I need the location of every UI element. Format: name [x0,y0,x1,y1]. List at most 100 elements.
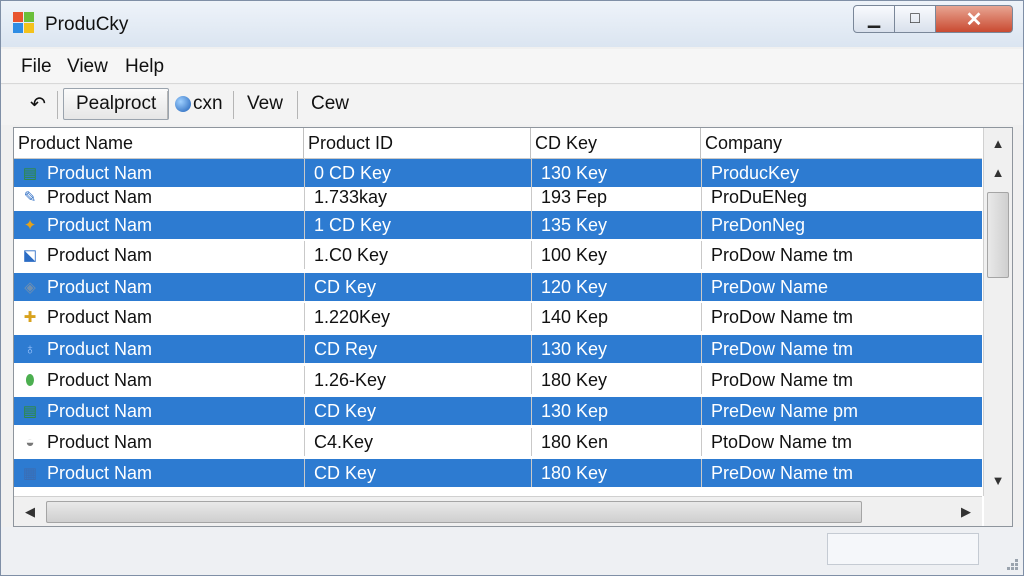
scrollbar-corner [984,496,1012,526]
product-icon: ⬮ [25,371,35,389]
title-bar[interactable]: ProduCky ▁ □ ✕ [1,1,1023,47]
toolbar-button-cxn[interactable]: cxn [175,89,223,119]
product-id-cell: CD Key [314,276,377,297]
cd-key-cell: 135 Key [541,214,608,235]
cd-key-cell: 193 Fep [541,186,608,207]
company-cell: ProDuENeg [711,186,808,207]
column-divider [701,397,702,425]
column-divider [701,273,702,301]
column-header-product-name[interactable]: Product Name [14,128,304,158]
column-divider [531,335,532,363]
toolbar-button-vew[interactable]: Vew [247,89,283,119]
cd-key-cell: 180 Key [541,369,608,390]
column-header-product-id[interactable]: Product ID [304,128,531,158]
vertical-scrollbar[interactable]: ▲ ▲ ▼ [983,128,1012,496]
table-row[interactable]: ⬕ Product Nam 1.C0 Key 100 Key ProDow Name t… [14,241,982,269]
company-cell: PreDonNeg [711,214,806,235]
product-name-cell: Product Nam [47,186,153,207]
table-row[interactable]: ◈ Product Nam CD Key 120 Key PreDow Name [14,273,982,301]
product-icon: ✎ [23,189,37,206]
vertical-scroll-thumb[interactable] [987,192,1009,278]
toolbar-separator [233,91,234,119]
scroll-left-arrow-icon[interactable]: ◀ [16,500,44,524]
column-divider [304,335,305,363]
product-name-cell: Product Nam [47,244,153,265]
scroll-up-arrow-icon[interactable]: ▲ [984,160,1012,184]
table-row[interactable]: ▤ Product Nam CD Key 130 Kep PreDew Name pm [14,397,982,425]
product-name-cell: Product Nam [47,462,153,483]
list-header: Product Name Product ID CD Key Company [14,128,982,159]
product-name-cell: Product Nam [47,400,153,421]
menu-file[interactable]: File [21,56,52,78]
product-id-cell: CD Key [314,462,377,483]
minimize-button[interactable]: ▁ [853,5,895,33]
toolbar-button-cew[interactable]: Cew [311,89,349,119]
column-divider [531,459,532,487]
cd-key-cell: 180 Key [541,462,608,483]
column-divider [304,397,305,425]
cd-key-cell: 130 Key [541,338,608,359]
scroll-right-arrow-icon[interactable]: ▶ [952,500,980,524]
product-icon: ✚ [23,309,37,326]
column-header-cd-key[interactable]: CD Key [531,128,701,158]
company-cell: PreDow Name tm [711,338,854,359]
company-cell: ProDow Name tm [711,306,854,327]
table-row[interactable]: ✎ Product Nam 1.733kay 193 Fep ProDuENeg [14,183,982,211]
product-name-cell: Product Nam [47,338,153,359]
status-bar [1,527,1023,575]
column-divider [304,366,305,394]
table-row[interactable]: ✚ Product Nam 1.220Key 140 Kep ProDow Name t… [14,303,982,331]
scroll-up-arrow-icon[interactable]: ▲ [984,131,1012,155]
resize-grip-icon[interactable] [1001,553,1019,571]
column-divider [531,366,532,394]
table-row[interactable]: ✦ Product Nam 1 CD Key 135 Key PreDonNeg [14,211,982,239]
cd-key-cell: 120 Key [541,276,608,297]
product-name-cell: Product Nam [47,431,153,452]
app-logo-icon [13,12,35,34]
cd-key-cell: 180 Ken [541,431,609,452]
product-icon: ◒ [25,433,35,451]
column-divider [304,183,305,211]
column-divider [531,183,532,211]
toolbar-separator [57,91,58,119]
product-id-cell: CD Key [314,400,377,421]
column-divider [531,211,532,239]
table-row[interactable]: ▦ Product Nam CD Key 180 Key PreDow Name tm [14,459,982,487]
company-cell: PreDow Name tm [711,462,854,483]
column-divider [701,303,702,331]
column-divider [531,241,532,269]
cd-key-cell: 130 Kep [541,400,609,421]
status-panel [827,533,979,565]
close-button[interactable]: ✕ [936,5,1013,33]
column-divider [701,241,702,269]
column-header-company[interactable]: Company [701,128,982,158]
cd-key-cell: 140 Kep [541,306,609,327]
company-cell: PreDow Name [711,276,829,297]
column-divider [304,303,305,331]
product-name-cell: Product Nam [47,306,153,327]
product-icon: ◈ [24,279,36,296]
menu-view[interactable]: View [67,56,108,78]
product-list-view[interactable]: Product Name Product ID CD Key Company ▤… [13,127,1013,527]
back-icon[interactable]: ↶ [25,89,51,119]
product-id-cell: C4.Key [314,431,374,452]
horizontal-scrollbar[interactable]: ◀ ▶ [14,496,982,526]
company-cell: PtoDow Name tm [711,431,853,452]
column-divider [304,241,305,269]
scroll-down-arrow-icon[interactable]: ▼ [984,468,1012,492]
globe-search-icon [175,96,191,112]
product-name-cell: Product Nam [47,369,153,390]
toolbar-button-pealproct[interactable]: Pealproct [63,88,170,120]
table-row[interactable]: ⬮ Product Nam 1.26-Key 180 Key ProDow Name t… [14,366,982,394]
table-row[interactable]: ♁ Product Nam CD Rey 130 Key PreDow Name tm [14,335,982,363]
product-icon: ⬕ [22,247,38,264]
menu-help[interactable]: Help [125,56,164,78]
toolbar-separator [167,91,168,119]
horizontal-scroll-thumb[interactable] [46,501,862,523]
maximize-button[interactable]: □ [895,5,936,33]
column-divider [531,428,532,456]
company-cell: ProDow Name tm [711,369,854,390]
product-id-cell: 1.26-Key [314,369,387,390]
company-cell: ProDow Name tm [711,244,854,265]
table-row[interactable]: ◒ Product Nam C4.Key 180 Ken PtoDow Name tm [14,428,982,456]
